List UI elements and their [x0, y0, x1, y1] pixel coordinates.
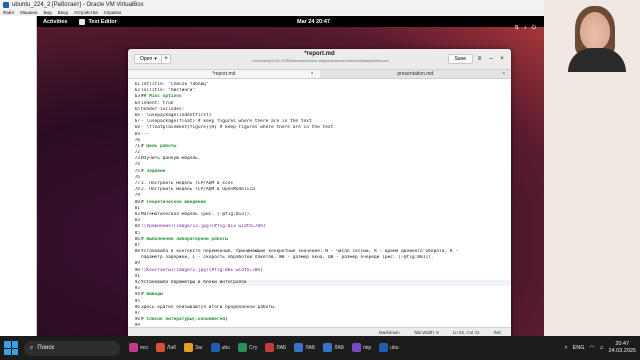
chevron-up-icon[interactable]: ˄ — [564, 345, 567, 351]
virtualbox-icon — [3, 1, 9, 8]
app-menu[interactable]: Text Editor — [79, 18, 117, 25]
menu-devices[interactable]: Устройства — [74, 10, 98, 15]
windows-start-icon[interactable] — [4, 341, 18, 355]
taskbar-app[interactable]: ubu — [208, 339, 233, 357]
hamburger-menu-icon[interactable]: ≡ — [475, 54, 484, 64]
power-icon: ⏻ — [531, 24, 536, 31]
taskbar-app[interactable]: Лаб — [153, 339, 179, 357]
taskbar-app[interactable]: mip — [349, 339, 374, 357]
taskbar-app-label: ясо — [140, 344, 149, 351]
menu-input[interactable]: Ввод — [58, 10, 68, 15]
taskbar-app-label: ЛАБ — [276, 344, 287, 351]
taskbar-date: 24.03.2025 — [608, 348, 636, 354]
taskbar-app[interactable]: ЛАБ — [291, 339, 318, 357]
text-content[interactable]: lotTitle: "Список таблиц" lolTitle: "Лист… — [141, 82, 511, 327]
taskbar-app-label: Заг — [194, 344, 203, 351]
taskbar-app[interactable]: ЛАБ — [262, 339, 289, 357]
taskbar-app[interactable]: ЛАБ — [320, 339, 347, 357]
taskbar-app-label: ubu — [390, 344, 399, 351]
tab-label: *report.md — [212, 71, 236, 77]
editor-tabs: *report.md × presentation.md × — [128, 70, 511, 79]
taskbar-search[interactable]: ⌕ Поиск — [24, 340, 120, 356]
close-icon[interactable]: × — [498, 54, 506, 64]
taskbar-app-label: mip — [363, 344, 372, 351]
webcam-person-face — [580, 12, 610, 50]
taskbar-app-label: Лаб — [167, 344, 176, 351]
editor-statusbar: Markdown Tab Width: 8 Ln 92, Col 41 INS — [128, 327, 511, 336]
system-tray: ˄ ENG ◠ ♫ 20:47 24.03.2025 — [564, 336, 636, 360]
virtualbox-title: ubuntu_224_2 [Работает] - Oracle VM Virt… — [12, 1, 144, 8]
tab-close-icon[interactable]: × — [502, 70, 505, 79]
taskbar-app-label: ubu — [221, 344, 230, 351]
taskbar-app[interactable]: ubu — [376, 339, 401, 357]
activities-button[interactable]: Activities — [43, 19, 67, 25]
app-name: Text Editor — [88, 18, 117, 25]
text-editor-window: Open ▾ + *report.md ~/work/study/2024-20… — [128, 49, 511, 336]
app-icon — [265, 343, 275, 352]
app-icon — [183, 343, 193, 352]
minimize-icon[interactable]: – — [487, 54, 495, 64]
menu-help[interactable]: Справка — [104, 10, 122, 15]
windows-taskbar: ⌕ Поиск ясо Лаб Заг ubu Сту ЛАБ ЛАБ ЛАБ mip ubu ˄… — [0, 336, 640, 360]
editor-headerbar: Open ▾ + *report.md ~/work/study/2024-20… — [128, 49, 511, 70]
volume-icon: ♪ — [523, 25, 527, 31]
taskbar-apps: ясо Лаб Заг ubu Сту ЛАБ ЛАБ ЛАБ mip ubu — [126, 339, 402, 357]
search-icon: ⌕ — [30, 344, 34, 351]
app-icon — [129, 343, 138, 352]
wifi-icon[interactable]: ◠ — [590, 345, 595, 351]
tab-report[interactable]: *report.md × — [128, 70, 320, 78]
gnome-clock[interactable]: Mar 24 20:47 — [297, 19, 330, 25]
save-button[interactable]: Save — [447, 54, 473, 64]
line-numbers: 61 62 63 64 65 66 67 68 69 70 71 72 73 74 75 76 77 78 79 80… — [128, 82, 140, 327]
menu-view[interactable]: Вид — [44, 10, 52, 15]
taskbar-app[interactable]: ясо — [126, 339, 151, 357]
tab-close-icon[interactable]: × — [311, 70, 314, 79]
insert-mode: INS — [493, 329, 501, 335]
gnome-top-bar: Activities Text Editor Mar 24 20:47 ⇅ ♪ … — [37, 16, 544, 31]
tab-label: presentation.md — [397, 71, 434, 77]
menu-machine[interactable]: Машина — [20, 10, 37, 15]
language-selector[interactable]: Markdown — [379, 330, 400, 335]
taskbar-clock[interactable]: 20:47 24.03.2025 — [608, 341, 636, 355]
app-icon — [156, 343, 166, 352]
guest-desktop: Activities Text Editor Mar 24 20:47 ⇅ ♪ … — [0, 16, 544, 336]
network-icon: ⇅ — [514, 25, 519, 31]
search-label: Поиск — [37, 345, 55, 351]
taskbar-app-label: ЛАБ — [305, 344, 316, 351]
text-editor-icon — [79, 18, 86, 25]
menu-file[interactable]: Файл — [3, 10, 14, 15]
tab-width-selector[interactable]: Tab Width: 8 — [414, 330, 439, 335]
app-icon — [323, 343, 333, 352]
app-icon — [379, 343, 389, 352]
gnome-tray[interactable]: ⇅ ♪ ⏻ — [514, 16, 536, 40]
taskbar-app-label: ЛАБ — [334, 344, 345, 351]
cursor-position: Ln 92, Col 41 — [452, 329, 480, 335]
guest-left-panel — [0, 16, 37, 336]
app-icon — [294, 343, 304, 352]
taskbar-app[interactable]: Заг — [181, 339, 206, 357]
taskbar-app[interactable]: Сту — [235, 339, 260, 357]
app-icon — [237, 343, 247, 352]
language-indicator[interactable]: ENG — [573, 345, 585, 351]
speaker-icon[interactable]: ♫ — [599, 345, 603, 351]
app-icon — [210, 343, 220, 352]
taskbar-app-label: Сту — [248, 344, 258, 351]
taskbar-time: 20:47 — [615, 341, 630, 347]
app-icon — [352, 343, 362, 352]
code-area[interactable]: 61 62 63 64 65 66 67 68 69 70 71 72 73 74 75 76 77 78 79 80… — [128, 80, 511, 327]
tab-presentation[interactable]: presentation.md × — [320, 70, 512, 78]
